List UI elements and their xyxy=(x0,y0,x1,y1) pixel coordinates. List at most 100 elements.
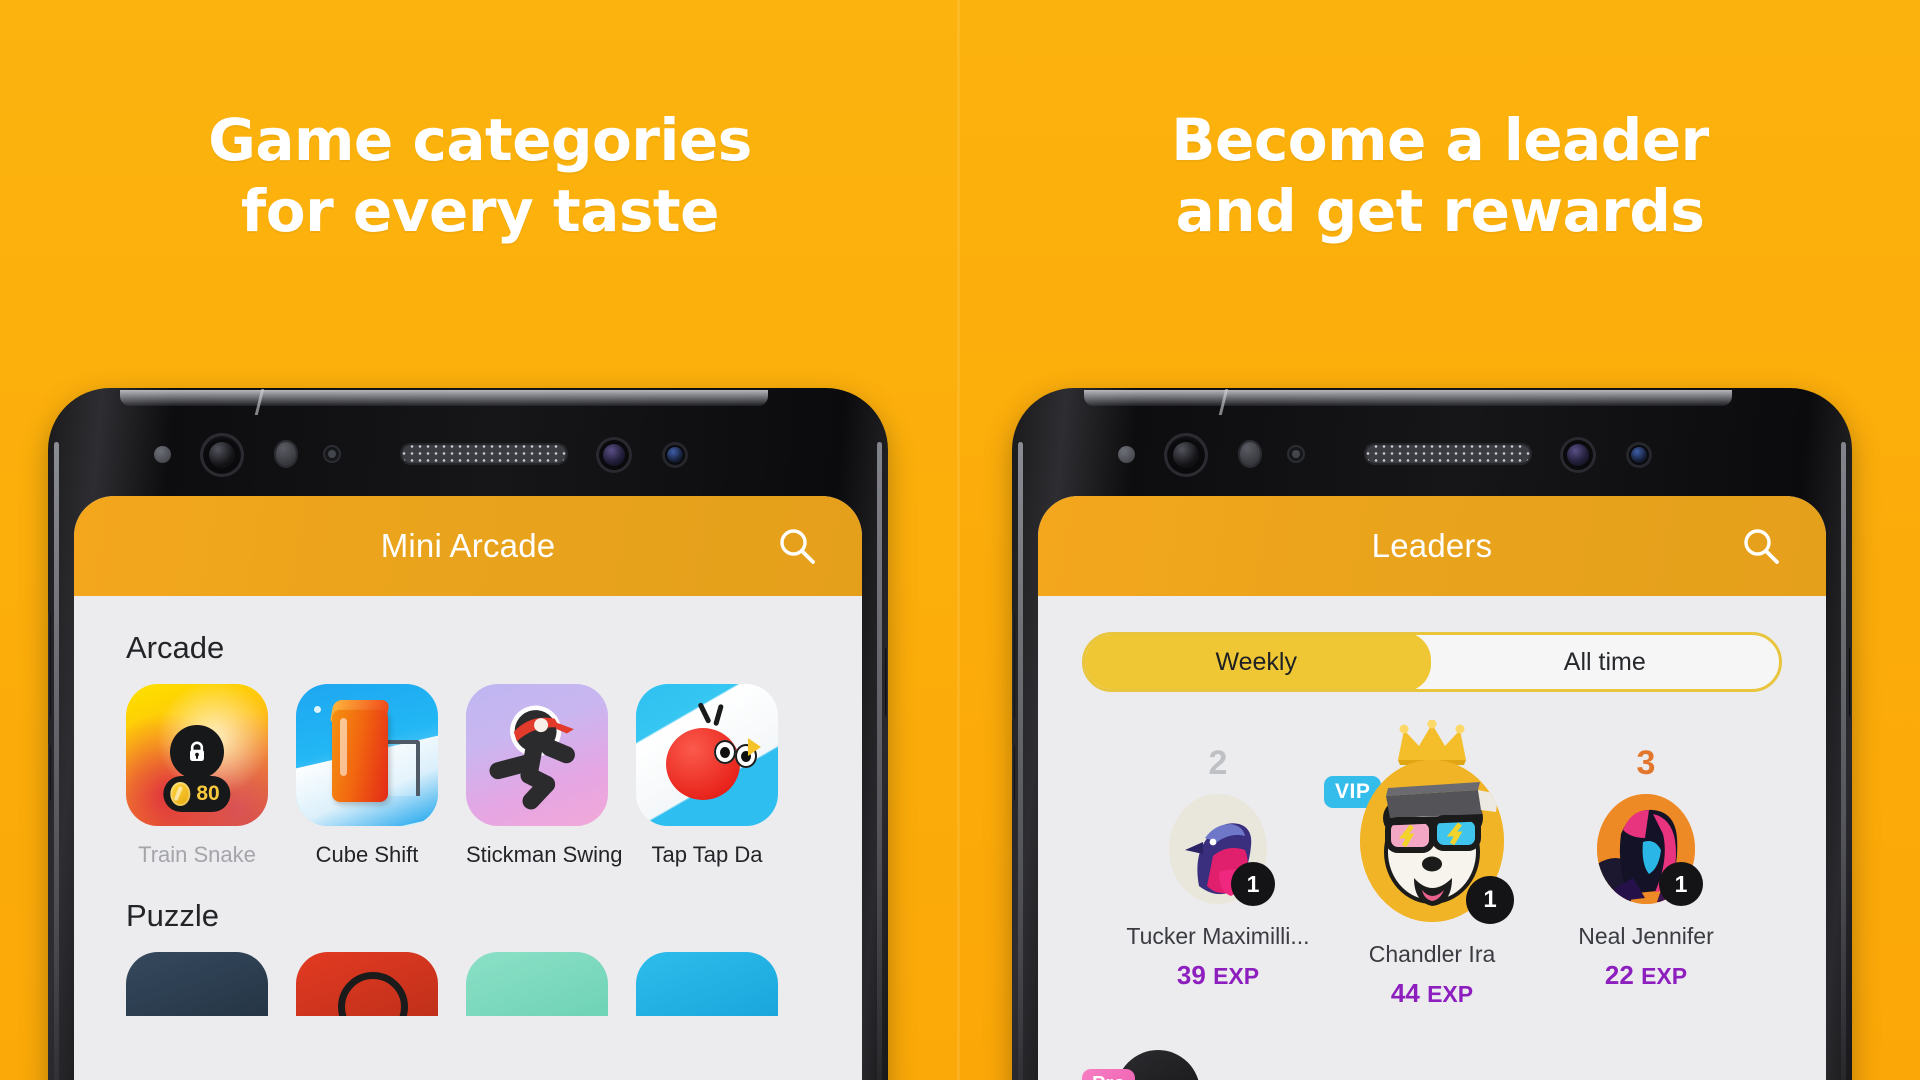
game-tile[interactable] xyxy=(466,952,608,1016)
phone-mockup-left: Mini Arcade Arcade 80 Train Snake Cube S… xyxy=(48,388,888,1080)
game-art-puzzle-1 xyxy=(126,952,268,1016)
frame-highlight xyxy=(120,390,768,406)
game-tile-row-puzzle xyxy=(74,934,862,1016)
proximity-sensor-icon xyxy=(1238,440,1262,468)
panel-divider xyxy=(957,0,960,1080)
exp-unit: EXP xyxy=(1213,963,1260,989)
game-art-train-snake: 80 xyxy=(126,684,268,826)
exp-value: 22 xyxy=(1604,960,1634,990)
ir-sensor-icon xyxy=(1287,445,1305,463)
section-title-puzzle: Puzzle xyxy=(126,898,220,933)
tab-weekly[interactable]: Weekly xyxy=(1085,635,1431,689)
power-button[interactable] xyxy=(885,646,888,718)
game-art-puzzle-2 xyxy=(296,952,438,1016)
leaderboard-podium: 2 1 Tucker Maximilli... 39 EXP VIP 1 Cha… xyxy=(1038,720,1826,1034)
game-tile[interactable]: Cube Shift xyxy=(296,684,438,868)
power-button[interactable] xyxy=(1849,646,1852,718)
bird-body xyxy=(666,728,740,800)
game-tile[interactable] xyxy=(636,952,778,1016)
lock-icon xyxy=(170,725,224,780)
game-label: Train Snake xyxy=(138,842,256,867)
section-title-arcade: Arcade xyxy=(126,630,225,665)
tab-all-time[interactable]: All time xyxy=(1431,635,1780,689)
exp-value: 39 xyxy=(1176,960,1206,990)
player-exp: 22 EXP xyxy=(1539,960,1753,991)
frame-rail-right xyxy=(1841,442,1846,1080)
avatar-wrap: VIP 1 xyxy=(1324,720,1514,924)
frame-rail-right xyxy=(877,442,882,1080)
frame-highlight xyxy=(1084,390,1732,406)
volume-button[interactable] xyxy=(48,612,51,720)
headline-right: Become a leader and get rewards xyxy=(960,105,1920,247)
game-tile[interactable]: Tap Tap Da xyxy=(636,684,778,868)
headline-left-line2: for every taste xyxy=(241,176,719,245)
bird-tuft xyxy=(697,702,712,724)
level-badge: 1 xyxy=(1466,876,1514,924)
game-label: Stickman Swing xyxy=(466,842,623,867)
promo-screenshot: Game categories for every taste Mini Arc… xyxy=(0,0,1920,1080)
podium-entry-second[interactable]: 2 1 Tucker Maximilli... 39 EXP xyxy=(1111,746,1325,991)
player-name: Chandler Ira xyxy=(1368,941,1496,967)
iris-scanner-icon xyxy=(662,442,688,468)
frame-rail-left xyxy=(54,442,59,1080)
iris-scanner-icon xyxy=(1626,442,1652,468)
avatar-wrap: 1 xyxy=(1169,794,1275,906)
phone-screen-left: Mini Arcade Arcade 80 Train Snake Cube S… xyxy=(74,496,862,1080)
stickman-icon xyxy=(489,705,575,810)
game-tile-row-arcade: 80 Train Snake Cube Shift Stickman Swing… xyxy=(74,666,862,868)
light-sensor-icon xyxy=(154,446,171,463)
app-bar: Leaders xyxy=(1038,496,1826,596)
podium-entry-third[interactable]: 3 1 Neal Jennifer 22 EXP xyxy=(1539,746,1753,991)
phone-screen-right: Leaders Weekly All time 2 1 Tucker Maxim… xyxy=(1038,496,1826,1080)
light-sensor-icon xyxy=(1118,446,1135,463)
earpiece-speaker-icon xyxy=(400,443,568,465)
game-tile[interactable]: 80 Train Snake xyxy=(126,684,268,868)
frame-rail-left xyxy=(1018,442,1023,1080)
app-content: Arcade 80 Train Snake Cube Shift Stickma… xyxy=(74,596,862,1080)
front-camera-icon xyxy=(200,433,244,477)
app-title: Leaders xyxy=(1371,527,1493,564)
earpiece-speaker-icon xyxy=(1364,443,1532,465)
rank-number: 2 xyxy=(1208,744,1228,782)
headline-right-line1: Become a leader xyxy=(1171,106,1709,174)
assistant-button[interactable] xyxy=(1012,744,1015,802)
exp-value: 44 xyxy=(1390,978,1420,1008)
podium-entry-first[interactable]: VIP 1 Chandler Ira 44 EXP xyxy=(1324,720,1539,1009)
secondary-camera-icon xyxy=(596,437,632,473)
game-tile[interactable] xyxy=(296,952,438,1016)
price-badge: 80 xyxy=(163,776,231,812)
app-title: Mini Arcade xyxy=(380,527,556,564)
player-name: Tucker Maximilli... xyxy=(1126,923,1310,949)
avatar-wrap: 1 xyxy=(1597,794,1703,906)
coin-icon xyxy=(170,782,191,806)
headline-left: Game categories for every taste xyxy=(0,105,960,247)
player-exp: 44 EXP xyxy=(1325,978,1539,1009)
search-icon[interactable] xyxy=(776,525,818,567)
app-bar: Mini Arcade xyxy=(74,496,862,596)
sensor-bar xyxy=(1012,432,1852,478)
game-tile[interactable] xyxy=(126,952,268,1016)
front-camera-icon xyxy=(1164,433,1208,477)
secondary-camera-icon xyxy=(1560,437,1596,473)
game-label: Tap Tap Da xyxy=(651,842,763,867)
pro-badge: Pro xyxy=(1082,1069,1136,1080)
volume-button[interactable] xyxy=(1012,612,1015,720)
assistant-button[interactable] xyxy=(48,744,51,802)
bird-beak xyxy=(748,738,761,756)
bird-tuft xyxy=(713,703,724,727)
search-icon[interactable] xyxy=(1740,525,1782,567)
game-art-puzzle-4 xyxy=(636,952,778,1016)
cube-gloss xyxy=(340,718,347,776)
rank-number: 3 xyxy=(1636,744,1656,782)
player-name: Neal Jennifer xyxy=(1578,923,1714,949)
ir-sensor-icon xyxy=(323,445,341,463)
leaderboard-next-row[interactable]: Pro xyxy=(1038,1034,1826,1080)
sensor-bar xyxy=(48,432,888,478)
app-content: Weekly All time 2 1 Tucker Maximilli... … xyxy=(1038,632,1826,1080)
game-tile[interactable]: Stickman Swing xyxy=(466,684,623,868)
price-value: 80 xyxy=(196,782,220,805)
bird-eye xyxy=(714,740,736,764)
player-exp: 39 EXP xyxy=(1111,960,1325,991)
leaderboard-period-tabs: Weekly All time xyxy=(1082,632,1782,692)
phone-frame: Mini Arcade Arcade 80 Train Snake Cube S… xyxy=(48,388,888,1080)
